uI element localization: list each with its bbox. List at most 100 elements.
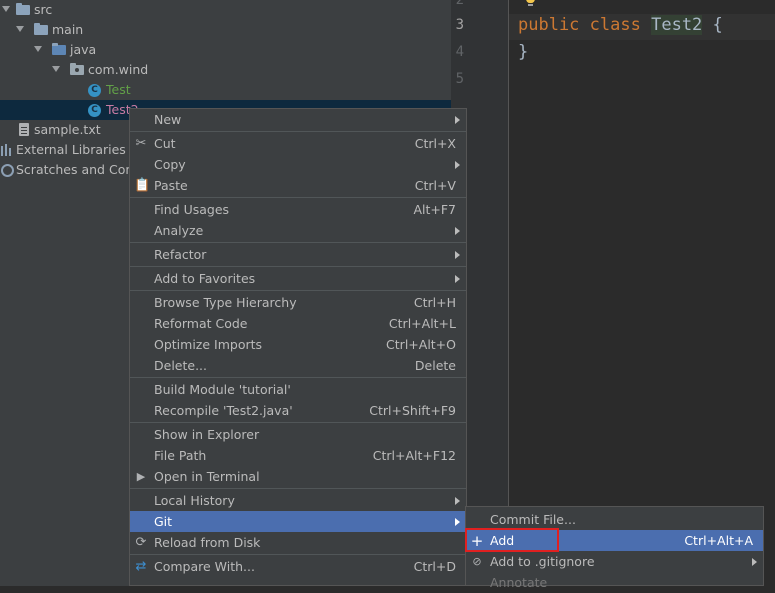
- menu-item-label: Local History: [154, 493, 235, 508]
- plus-icon: +: [470, 532, 484, 550]
- clipboard-icon: 📋: [134, 178, 151, 193]
- folder-icon: [16, 3, 30, 15]
- menu-item-label: Cut: [154, 136, 176, 151]
- menu-item-git-add[interactable]: + Add Ctrl+Alt+A: [466, 530, 763, 551]
- java-class-icon: C: [88, 104, 101, 117]
- menu-item-label: Delete...: [154, 358, 207, 373]
- menu-separator: [130, 377, 466, 378]
- menu-item-shortcut: Ctrl+X: [414, 136, 456, 151]
- menu-item-file-path[interactable]: File Path Ctrl+Alt+F12: [130, 445, 466, 466]
- menu-item-cut[interactable]: ✂ Cut Ctrl+X: [130, 133, 466, 154]
- git-submenu: Commit File... + Add Ctrl+Alt+A ⊘ Add to…: [465, 506, 764, 590]
- menu-item-label: File Path: [154, 448, 207, 463]
- menu-item-show-in-explorer[interactable]: Show in Explorer: [130, 424, 466, 445]
- code-class-name: Test2: [651, 15, 703, 35]
- source-folder-icon: [52, 43, 66, 55]
- menu-item-open-in-terminal[interactable]: ▶ Open in Terminal: [130, 466, 466, 487]
- menu-item-delete[interactable]: Delete... Delete: [130, 355, 466, 376]
- menu-item-recompile[interactable]: Recompile 'Test2.java' Ctrl+Shift+F9: [130, 400, 466, 421]
- menu-item-label: Show in Explorer: [154, 427, 260, 442]
- tree-item-com-wind[interactable]: com.wind: [0, 60, 451, 80]
- code-keyword: class: [589, 15, 641, 35]
- menu-item-label: Copy: [154, 157, 186, 172]
- menu-item-label: New: [154, 112, 182, 127]
- menu-item-label: Browse Type Hierarchy: [154, 295, 297, 310]
- expand-arrow-icon[interactable]: [16, 26, 24, 32]
- submenu-arrow-icon: [455, 497, 460, 505]
- menu-item-label: Reformat Code: [154, 316, 248, 331]
- tree-item-label: src: [34, 2, 53, 17]
- submenu-arrow-icon: [455, 227, 460, 235]
- menu-item-add-to-favorites[interactable]: Add to Favorites: [130, 268, 466, 289]
- code-line-4[interactable]: }: [518, 42, 528, 62]
- menu-separator: [130, 197, 466, 198]
- menu-item-git[interactable]: Git: [130, 511, 466, 532]
- scratches-icon: [1, 164, 14, 177]
- menu-item-reformat-code[interactable]: Reformat Code Ctrl+Alt+L: [130, 313, 466, 334]
- menu-item-shortcut: Ctrl+D: [413, 559, 456, 574]
- submenu-arrow-icon: [455, 275, 460, 283]
- expand-arrow-icon[interactable]: [34, 46, 42, 52]
- terminal-icon: ▶: [136, 470, 146, 483]
- package-icon: [70, 63, 84, 75]
- menu-item-paste[interactable]: 📋 Paste Ctrl+V: [130, 175, 466, 196]
- menu-item-refactor[interactable]: Refactor: [130, 244, 466, 265]
- expand-arrow-icon[interactable]: [2, 6, 10, 12]
- menu-item-compare-with[interactable]: ⇄ Compare With... Ctrl+D: [130, 556, 466, 577]
- line-number: 2: [455, 0, 464, 8]
- menu-item-commit-file[interactable]: Commit File...: [466, 509, 763, 530]
- code-keyword: public: [518, 15, 580, 35]
- menu-item-shortcut: Ctrl+Alt+L: [388, 316, 456, 331]
- menu-separator: [130, 266, 466, 267]
- menu-item-find-usages[interactable]: Find Usages Alt+F7: [130, 199, 466, 220]
- menu-item-build-module[interactable]: Build Module 'tutorial': [130, 379, 466, 400]
- menu-item-label: Reload from Disk: [154, 535, 261, 550]
- context-menu: New ✂ Cut Ctrl+X Copy 📋 Paste Ctrl+V Fin…: [129, 108, 467, 586]
- reload-icon: ⟳: [135, 535, 147, 550]
- menu-item-label: Add to .gitignore: [490, 554, 595, 569]
- menu-item-shortcut: Delete: [414, 358, 456, 373]
- folder-icon: [34, 23, 48, 35]
- menu-item-shortcut: Alt+F7: [413, 202, 456, 217]
- submenu-arrow-icon: [752, 558, 757, 566]
- expand-arrow-icon[interactable]: [52, 66, 60, 72]
- menu-item-shortcut: Ctrl+Alt+F12: [372, 448, 456, 463]
- lightbulb-icon[interactable]: [526, 0, 535, 6]
- submenu-arrow-icon: [455, 518, 460, 526]
- menu-item-shortcut: Ctrl+H: [413, 295, 456, 310]
- tree-item-label: External Libraries: [16, 142, 126, 157]
- menu-item-label: Git: [154, 514, 173, 529]
- menu-item-new[interactable]: New: [130, 109, 466, 130]
- menu-item-copy[interactable]: Copy: [130, 154, 466, 175]
- menu-separator: [130, 131, 466, 132]
- line-number: 3: [455, 17, 464, 33]
- tree-item-java[interactable]: java: [0, 40, 451, 60]
- tree-item-label: java: [70, 42, 97, 57]
- menu-item-label: Analyze: [154, 223, 204, 238]
- submenu-arrow-icon: [455, 161, 460, 169]
- tree-item-test[interactable]: C Test: [0, 80, 451, 100]
- tree-item-label: sample.txt: [34, 122, 101, 137]
- menu-item-label: Annotate: [490, 575, 548, 590]
- menu-item-analyze[interactable]: Analyze: [130, 220, 466, 241]
- menu-item-optimize-imports[interactable]: Optimize Imports Ctrl+Alt+O: [130, 334, 466, 355]
- code-brace: {: [712, 15, 723, 35]
- menu-item-label: Add to Favorites: [154, 271, 256, 286]
- tree-item-src[interactable]: src: [0, 0, 451, 20]
- tree-item-main[interactable]: main: [0, 20, 451, 40]
- menu-item-local-history[interactable]: Local History: [130, 490, 466, 511]
- menu-item-shortcut: Ctrl+Alt+A: [684, 533, 753, 548]
- menu-item-shortcut: Ctrl+Alt+O: [386, 337, 456, 352]
- menu-separator: [130, 242, 466, 243]
- menu-item-add-to-gitignore[interactable]: ⊘ Add to .gitignore: [466, 551, 763, 572]
- gitignore-icon: ⊘: [472, 555, 482, 568]
- menu-item-browse-type-hierarchy[interactable]: Browse Type Hierarchy Ctrl+H: [130, 292, 466, 313]
- menu-item-label: Open in Terminal: [154, 469, 260, 484]
- menu-item-reload-from-disk[interactable]: ⟳ Reload from Disk: [130, 532, 466, 553]
- menu-item-annotate[interactable]: Annotate: [466, 572, 763, 593]
- code-line-3[interactable]: public class Test2 {: [518, 15, 723, 35]
- code-editor[interactable]: 2 3 4 5 public class Test2 { }: [451, 0, 775, 586]
- menu-separator: [130, 422, 466, 423]
- menu-item-label: Paste: [154, 178, 188, 193]
- menu-item-label: Compare With...: [154, 559, 255, 574]
